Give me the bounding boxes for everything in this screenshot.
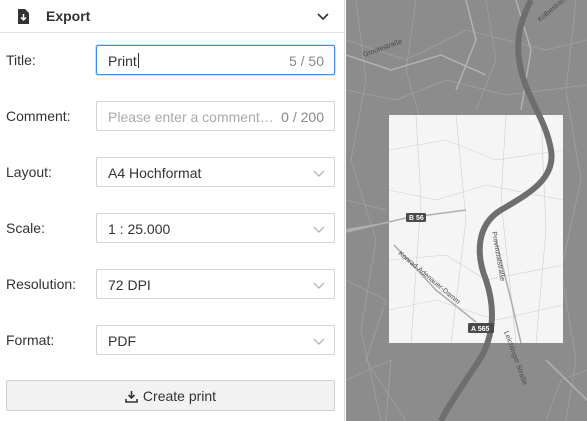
layout-label: Layout: [6,164,52,180]
layout-select[interactable]: A4 Hochformat [96,157,335,187]
chevron-down-icon [313,170,325,177]
export-icon [18,9,29,24]
format-value: PDF [108,333,136,349]
comment-row: Comment: Please enter a comment… 0 / 200 [0,101,345,133]
scale-label: Scale: [6,220,45,236]
title-input[interactable]: Print 5 / 50 [96,45,335,75]
create-print-button[interactable]: Create print [6,380,335,411]
road-shield-a565-label: A 565 [471,326,490,333]
resolution-row: Resolution: 72 DPI [0,269,345,301]
resolution-label: Resolution: [6,276,77,292]
chevron-down-icon [313,226,325,233]
title-counter: 5 / 50 [288,53,324,69]
panel-title: Export [46,8,91,24]
comment-counter: 0 / 200 [281,109,324,125]
scale-row: Scale: 1 : 25.000 [0,213,345,245]
download-icon [125,391,138,403]
road-shield-b56-label: B 56 [409,215,424,222]
scale-select[interactable]: 1 : 25.000 [96,213,335,243]
layout-row: Layout: A4 Hochformat [0,157,345,189]
format-select[interactable]: PDF [96,325,335,355]
resolution-value: 72 DPI [108,277,151,293]
chevron-down-icon [313,338,325,345]
layout-value: A4 Hochformat [108,165,202,181]
print-extent[interactable] [389,115,563,343]
title-value: Print [108,53,137,69]
text-caret [137,53,139,68]
title-row: Title: Print 5 / 50 [0,45,345,77]
format-label: Format: [6,332,55,348]
comment-placeholder: Please enter a comment… [108,109,274,125]
map-label-kolbe: Kolbestraße [537,0,570,24]
export-header[interactable]: Export [0,0,345,33]
comment-input[interactable]: Please enter a comment… 0 / 200 [96,101,335,131]
map-view[interactable]: Grootestraße Kolbestraße Konrad-Adenauer… [346,0,587,421]
format-row: Format: PDF [0,325,345,357]
chevron-down-icon [313,282,325,289]
export-panel: Export Title: Print 5 / 50 Comment: Plea… [0,0,345,421]
chevron-down-icon[interactable] [316,10,330,22]
title-label: Title: [6,52,36,68]
scale-value: 1 : 25.000 [108,221,171,237]
map-label-grootestrasse: Grootestraße [362,38,403,59]
comment-label: Comment: [6,108,71,124]
resolution-select[interactable]: 72 DPI [96,269,335,299]
map-canvas: Grootestraße Kolbestraße Konrad-Adenauer… [346,0,587,421]
create-print-label: Create print [142,388,217,404]
